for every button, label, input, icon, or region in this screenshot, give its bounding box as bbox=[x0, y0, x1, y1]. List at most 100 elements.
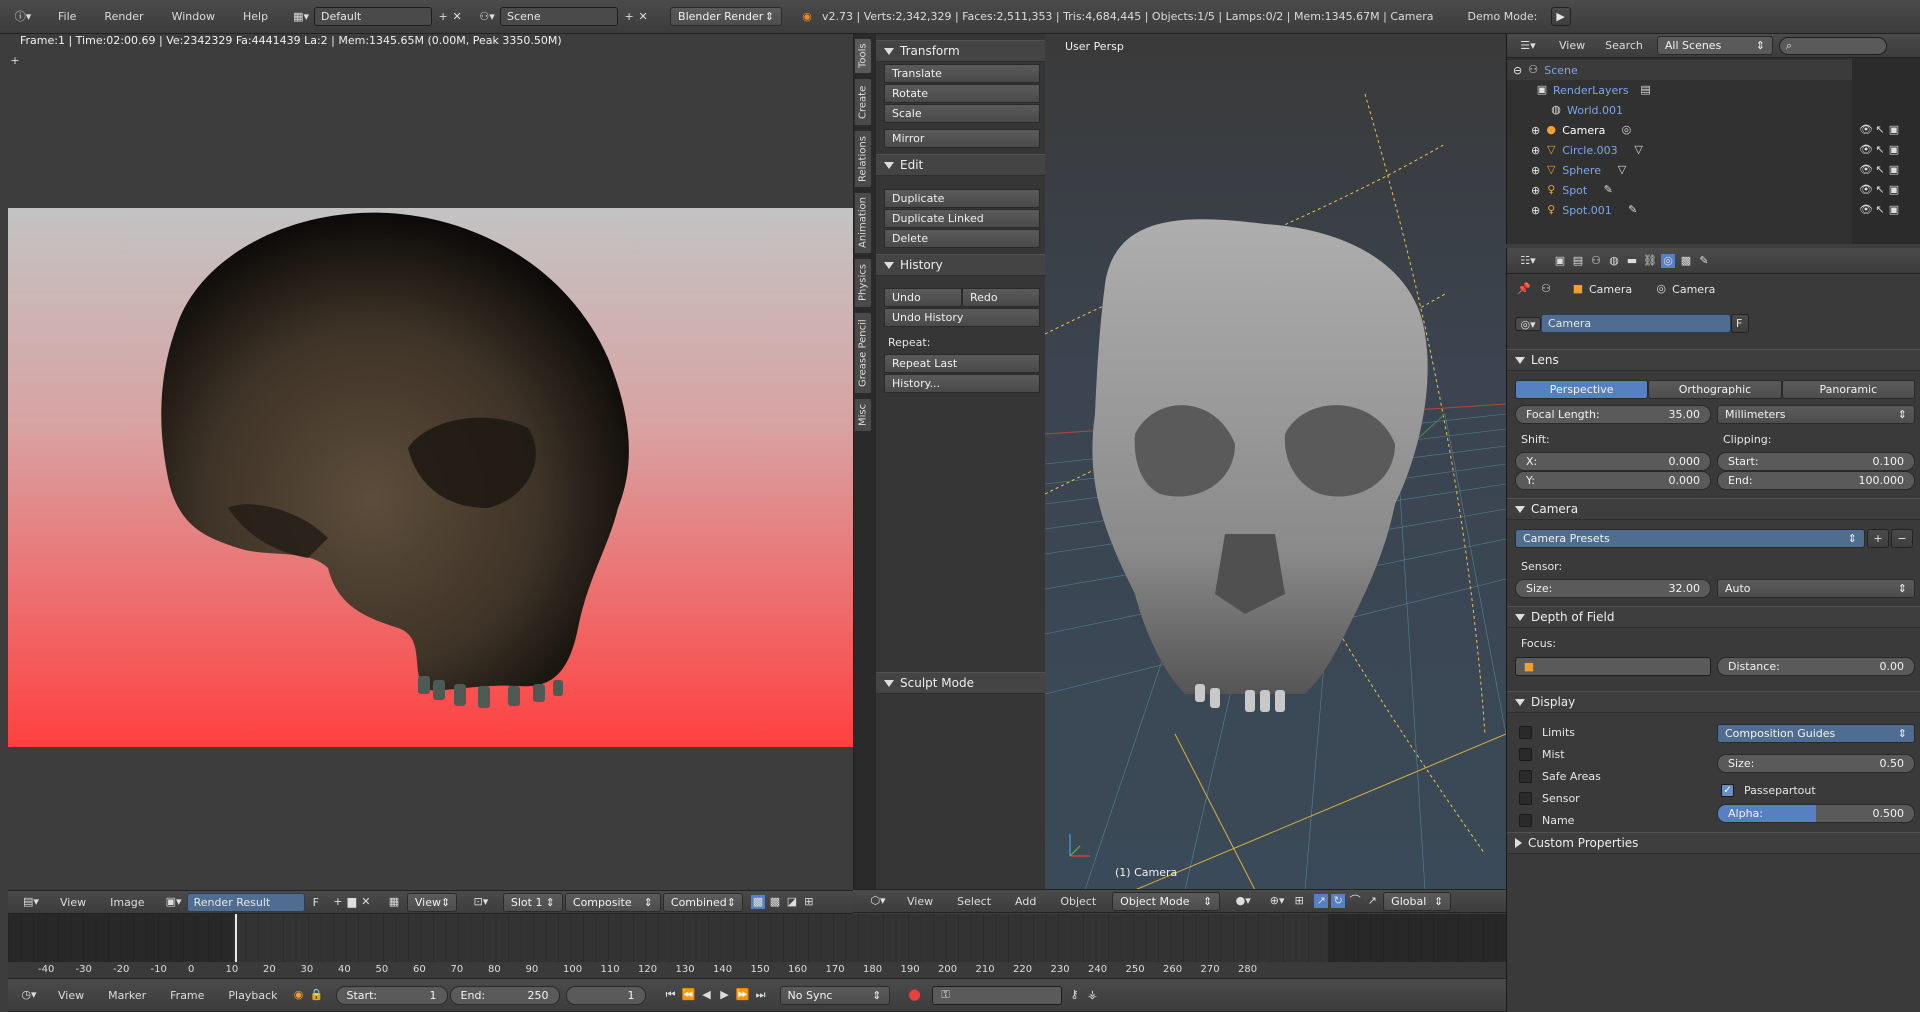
rotate-manipulator-icon[interactable]: ↻ bbox=[1331, 894, 1346, 908]
end-frame-field[interactable]: End: 250 bbox=[449, 985, 560, 1005]
camera-fake-user[interactable]: F bbox=[1731, 314, 1749, 333]
sensor-checkbox[interactable]: Sensor bbox=[1519, 792, 1580, 805]
add-layout-icon[interactable]: + bbox=[436, 10, 450, 24]
view-menu[interactable]: View bbox=[907, 895, 933, 908]
add-menu[interactable]: Add bbox=[1015, 895, 1036, 908]
panel-edit-header[interactable]: Edit bbox=[876, 154, 1046, 176]
pin-icon[interactable]: 📌 bbox=[1517, 282, 1531, 296]
outliner-filter-select[interactable]: All Scenes ⇕ bbox=[1656, 36, 1773, 55]
sync-select[interactable]: No Sync ⇕ bbox=[779, 985, 890, 1005]
image-browse-icon[interactable]: ▣▾ bbox=[161, 895, 187, 909]
visibility-icon[interactable]: 👁 bbox=[1859, 163, 1873, 177]
image-name-field[interactable]: Render Result bbox=[186, 892, 305, 912]
image-new-icon[interactable]: + bbox=[331, 895, 345, 909]
translate-manipulator-icon[interactable]: ↗ bbox=[1314, 894, 1329, 908]
texture-tab-icon[interactable]: ▩ bbox=[1679, 254, 1693, 268]
paint-icon[interactable]: ⊞ bbox=[802, 895, 816, 909]
view3d-editor-icon[interactable]: ⬡▾ bbox=[865, 894, 891, 908]
orientation-select[interactable]: Global ⇕ bbox=[1383, 891, 1452, 911]
camera-browse-icon[interactable]: ◎▾ bbox=[1515, 316, 1541, 331]
physics-tab-icon[interactable]: ✎ bbox=[1697, 254, 1711, 268]
scene-icon[interactable]: ⚇▾ bbox=[474, 10, 500, 24]
zdepth-icon[interactable]: ◪ bbox=[785, 895, 799, 909]
pivot-icon[interactable]: ⊡▾ bbox=[469, 895, 493, 909]
mode-select[interactable]: Object Mode ⇕ bbox=[1112, 891, 1221, 911]
outliner-item-world[interactable]: ◍ World.001 bbox=[1507, 100, 1852, 120]
alpha-slider[interactable]: Alpha: 0.500 bbox=[1717, 804, 1915, 823]
selectable-icon[interactable]: ↖ bbox=[1873, 123, 1887, 137]
outliner-search-field[interactable]: ⌕ bbox=[1778, 36, 1887, 55]
tab-animation[interactable]: Animation bbox=[854, 192, 872, 254]
render-tab-icon[interactable]: ▣ bbox=[1553, 254, 1567, 268]
renderable-icon[interactable]: ▣ bbox=[1887, 143, 1901, 157]
outliner-item-camera[interactable]: ⊕ ● Camera ◎ bbox=[1507, 120, 1852, 140]
layout-select[interactable]: Default bbox=[314, 7, 433, 26]
safe-areas-checkbox[interactable]: Safe Areas bbox=[1519, 770, 1601, 783]
image-open-icon[interactable]: ▆ bbox=[345, 895, 359, 909]
outliner-item-spot-001[interactable]: ⊕ ♀ Spot.001 ✎ bbox=[1507, 200, 1852, 220]
next-keyframe-icon[interactable]: ⏩ bbox=[736, 988, 750, 1002]
renderable-icon[interactable]: ▣ bbox=[1887, 163, 1901, 177]
renderable-icon[interactable]: ▣ bbox=[1887, 183, 1901, 197]
menu-help[interactable]: Help bbox=[243, 10, 268, 23]
composition-guides-select[interactable]: Composition Guides ⇕ bbox=[1717, 724, 1915, 743]
scale-manipulator-icon[interactable]: ⌒ bbox=[1348, 894, 1362, 908]
pivot-point-icon[interactable]: ⊕▾ bbox=[1266, 894, 1288, 908]
3d-viewport[interactable]: User Persp (1) Camera bbox=[1045, 34, 1506, 890]
corner-plus-icon[interactable]: + bbox=[8, 54, 22, 68]
undo-button[interactable]: Undo bbox=[884, 288, 962, 307]
render-engine-select[interactable]: Blender Render ⇕ bbox=[670, 7, 783, 26]
outliner-view-menu[interactable]: View bbox=[1559, 39, 1585, 52]
menu-file[interactable]: File bbox=[58, 10, 76, 23]
demo-play-button[interactable]: ▶ bbox=[1551, 7, 1572, 26]
scene-tab-icon[interactable]: ⚇ bbox=[1589, 254, 1603, 268]
select-menu[interactable]: Select bbox=[957, 895, 991, 908]
renderable-icon[interactable]: ▣ bbox=[1887, 203, 1901, 217]
slot-select[interactable]: Slot 1 ⇕ bbox=[502, 892, 563, 912]
alpha-display-icon[interactable]: ▩ bbox=[750, 895, 765, 909]
timeline-view-menu[interactable]: View bbox=[58, 989, 84, 1002]
jump-start-icon[interactable]: ⏮ bbox=[664, 988, 678, 1002]
image-view-menu[interactable]: View bbox=[60, 896, 86, 909]
focus-object-field[interactable]: ■ bbox=[1515, 657, 1711, 676]
render-layers-tab-icon[interactable]: ▤ bbox=[1571, 254, 1585, 268]
sensor-fit-select[interactable]: Auto ⇕ bbox=[1717, 579, 1915, 598]
selectable-icon[interactable]: ↖ bbox=[1873, 163, 1887, 177]
selectable-icon[interactable]: ↖ bbox=[1873, 183, 1887, 197]
tab-misc[interactable]: Misc bbox=[854, 398, 872, 432]
play-reverse-icon[interactable]: ◀ bbox=[700, 988, 714, 1002]
outliner-item-scene[interactable]: ⊖ ⚇ Scene bbox=[1507, 60, 1852, 80]
object-menu[interactable]: Object bbox=[1060, 895, 1096, 908]
remove-preset-button[interactable]: − bbox=[1891, 529, 1913, 548]
outliner-item-sphere[interactable]: ⊕ ▽ Sphere ▽ bbox=[1507, 160, 1852, 180]
panel-sculpt-header[interactable]: Sculpt Mode bbox=[876, 672, 1046, 694]
composite-select[interactable]: Composite ⇕ bbox=[564, 892, 661, 912]
selectable-icon[interactable]: ↖ bbox=[1873, 203, 1887, 217]
jump-end-icon[interactable]: ⏭ bbox=[754, 988, 768, 1002]
name-checkbox[interactable]: Name bbox=[1519, 814, 1574, 827]
camera-name-field[interactable]: Camera bbox=[1541, 314, 1731, 333]
panel-transform-header[interactable]: Transform bbox=[876, 40, 1046, 62]
lens-panel-header[interactable]: Lens bbox=[1507, 349, 1920, 371]
renderable-icon[interactable]: ▣ bbox=[1887, 123, 1901, 137]
layout-icon[interactable]: ▦▾ bbox=[288, 10, 314, 24]
camera-panel-header[interactable]: Camera bbox=[1507, 498, 1920, 520]
checker-icon[interactable]: ▩ bbox=[768, 895, 782, 909]
outliner-search-menu[interactable]: Search bbox=[1605, 39, 1643, 52]
current-frame-field[interactable]: 1 bbox=[565, 985, 646, 1005]
timeline-playback-menu[interactable]: Playback bbox=[228, 989, 277, 1002]
delete-button[interactable]: Delete bbox=[884, 229, 1040, 248]
mirror-button[interactable]: Mirror bbox=[884, 129, 1040, 148]
keying-set-field[interactable]: ⚿ bbox=[931, 985, 1062, 1005]
menu-window[interactable]: Window bbox=[172, 10, 215, 23]
timeline-editor-icon[interactable]: ◷▾ bbox=[16, 988, 42, 1002]
timeline-frame-menu[interactable]: Frame bbox=[170, 989, 204, 1002]
play-icon[interactable]: ▶ bbox=[718, 988, 732, 1002]
display-mode-icon[interactable]: ▦ bbox=[383, 895, 405, 909]
visibility-icon[interactable]: 👁 bbox=[1859, 183, 1873, 197]
duplicate-linked-button[interactable]: Duplicate Linked bbox=[884, 209, 1040, 228]
delete-keyframe-icon[interactable]: ⚶ bbox=[1086, 988, 1100, 1002]
clip-start-field[interactable]: Start: 0.100 bbox=[1717, 452, 1915, 471]
pass-select[interactable]: Combined ⇕ bbox=[662, 892, 743, 912]
mist-checkbox[interactable]: Mist bbox=[1519, 748, 1565, 761]
